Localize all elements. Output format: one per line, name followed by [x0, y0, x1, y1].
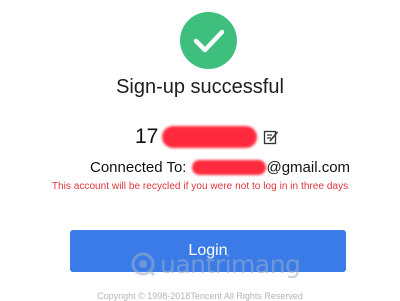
watermark-logo: uantrimang	[130, 248, 301, 280]
check-circle-icon	[180, 12, 237, 69]
account-number-row: 17	[135, 124, 279, 150]
redacted-email	[192, 159, 267, 175]
edit-icon[interactable]	[263, 129, 279, 145]
recycle-warning: This account will be recycled if you wer…	[51, 181, 349, 192]
connected-email-row: Connected To: @gmail.com	[90, 157, 350, 177]
redacted-account-number	[162, 126, 258, 148]
watermark-q-icon	[131, 252, 156, 277]
account-number-prefix: 17	[135, 125, 159, 148]
connected-label: Connected To:	[90, 158, 187, 176]
email-domain: @gmail.com	[266, 158, 351, 176]
watermark-text: uantrimang	[160, 249, 301, 279]
page-title: Sign-up successful	[116, 76, 284, 98]
